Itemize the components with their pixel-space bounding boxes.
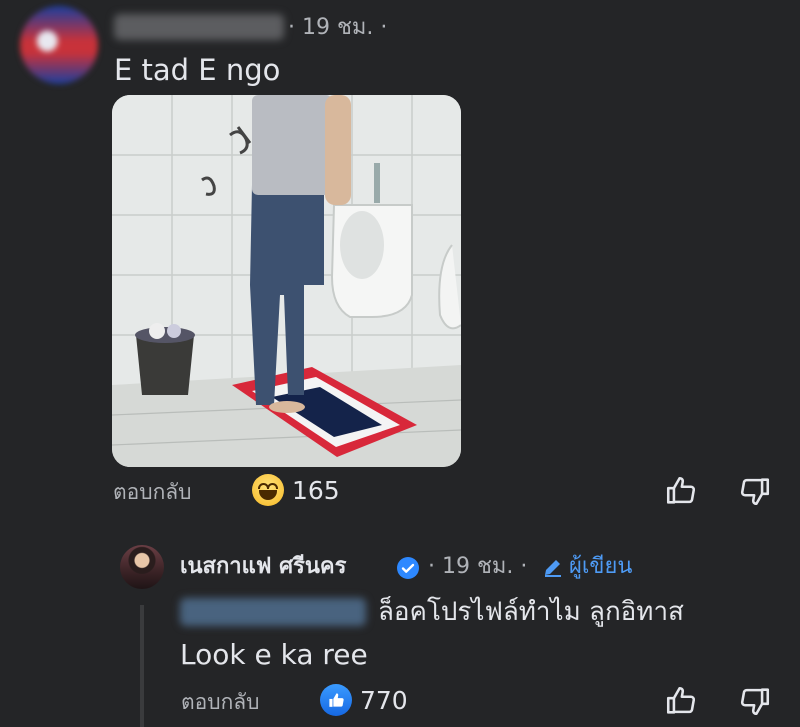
reply-author-name[interactable]: เนสกาแฟ ศรีนคร xyxy=(180,552,346,582)
reply-button[interactable]: ตอบกลับ xyxy=(181,688,260,716)
author-badge: ผู้เขียน xyxy=(541,552,632,582)
commenter-avatar[interactable] xyxy=(20,6,98,84)
comment-photo[interactable] xyxy=(112,95,461,467)
downvote-icon[interactable] xyxy=(738,684,772,718)
thread-line xyxy=(140,605,144,727)
reaction-summary[interactable]: 770 xyxy=(320,684,408,716)
reply-author-avatar[interactable] xyxy=(120,545,164,589)
verified-badge-icon xyxy=(396,556,420,580)
reply-text-line1: ล็อคโปรไฟล์ทำไม ลูกอิทาส xyxy=(378,597,684,627)
haha-emoji-icon xyxy=(252,474,284,506)
reaction-count: 770 xyxy=(360,685,408,715)
upvote-icon[interactable] xyxy=(664,684,698,718)
comment-time: · 19 ชม. · xyxy=(288,15,388,40)
mention-tag-blurred[interactable] xyxy=(180,598,366,626)
author-badge-label: ผู้เขียน xyxy=(569,554,633,579)
reply-button[interactable]: ตอบกลับ xyxy=(113,478,192,506)
like-icon xyxy=(320,684,352,716)
downvote-icon[interactable] xyxy=(738,474,772,508)
upvote-icon[interactable] xyxy=(664,474,698,508)
commenter-name-blurred[interactable] xyxy=(114,14,284,40)
comment-text: E tad E ngo xyxy=(114,53,281,87)
reaction-count: 165 xyxy=(292,475,340,505)
pencil-icon xyxy=(545,560,561,577)
reply-time: · 19 ชม. · xyxy=(428,554,528,579)
reaction-summary[interactable]: 165 xyxy=(252,474,340,506)
reply-text-line2: Look e ka ree xyxy=(180,638,368,671)
